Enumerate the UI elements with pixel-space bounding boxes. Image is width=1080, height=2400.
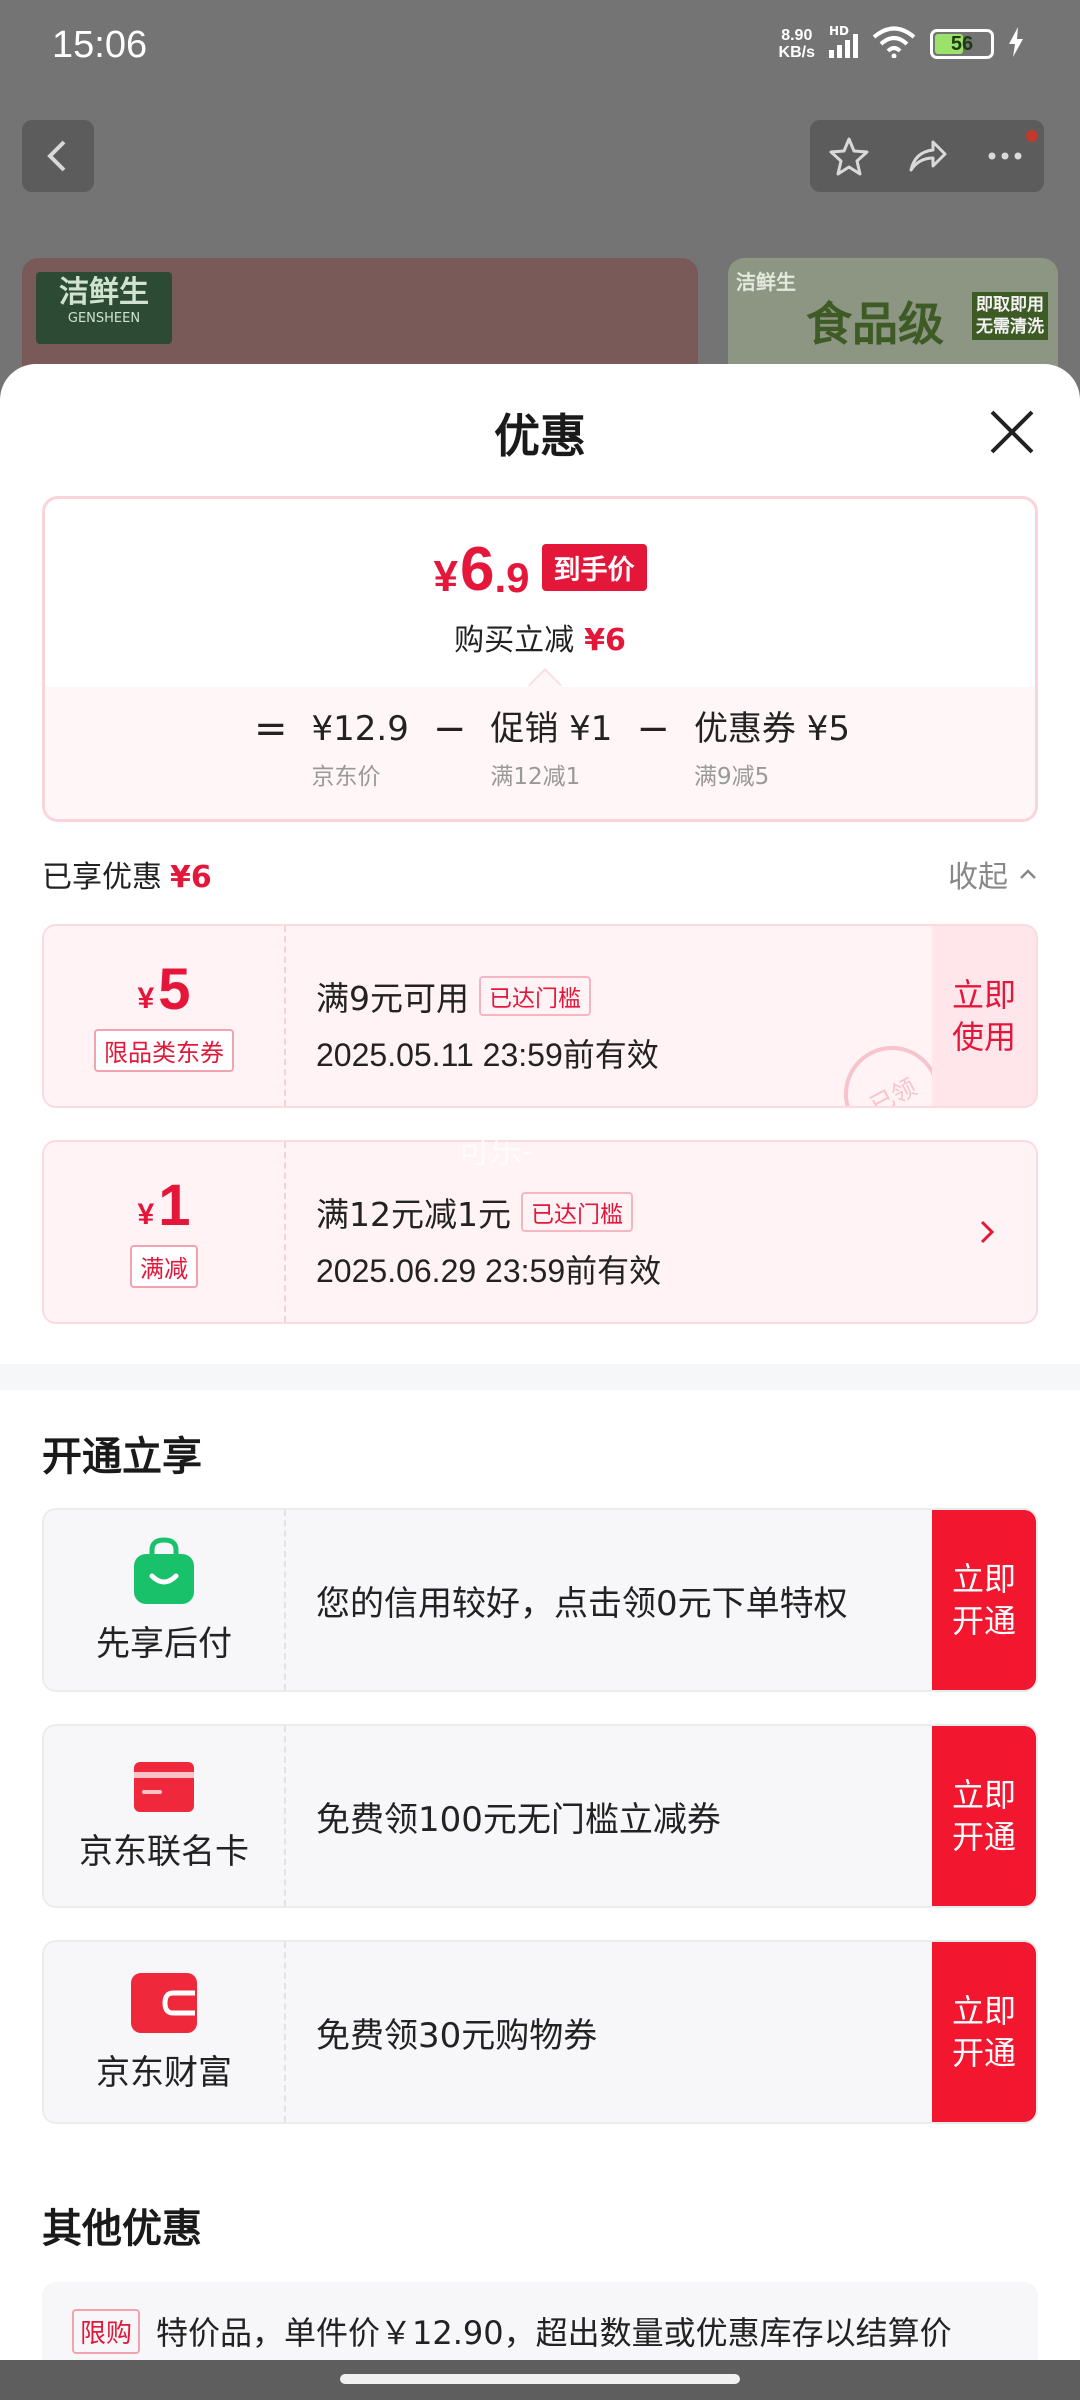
service-card-wealth: 京东财富 免费领30元购物券 立即 开通 bbox=[42, 1940, 1038, 2124]
promo-condition: 满12元减1元 bbox=[316, 1195, 511, 1234]
promo-discount: 促销 ¥1 满12减1 bbox=[490, 709, 613, 790]
service-name: 先享后付 bbox=[96, 1623, 232, 1664]
final-price: ¥ 6 .9 bbox=[433, 535, 530, 604]
status-time: 15:06 bbox=[52, 24, 148, 66]
promo-details: 满12元减1元 已达门槛 2025.06.29 23:59前有效 bbox=[316, 1188, 661, 1292]
base-price: ¥12.9 京东价 bbox=[311, 709, 409, 790]
price-breakdown: = ¥12.9 京东价 − 促销 ¥1 满12减1 − 优惠券 ¥5 满9减5 bbox=[45, 668, 1035, 819]
header-actions bbox=[810, 120, 1044, 192]
service-name: 京东财富 bbox=[96, 2052, 232, 2093]
collapse-toggle[interactable]: 收起 bbox=[948, 852, 1040, 896]
limit-purchase-tag: 限购 bbox=[72, 2308, 141, 2354]
equals-sign: = bbox=[253, 706, 288, 752]
chevron-right-icon bbox=[980, 1220, 995, 1244]
close-icon bbox=[990, 410, 1034, 454]
coupon-condition: 满9元可用 bbox=[316, 979, 469, 1018]
open-now-button[interactable]: 立即 开通 bbox=[932, 1726, 1036, 1906]
coupon-details: 满9元可用 已达门槛 2025.05.11 23:59前有效 bbox=[316, 972, 659, 1076]
service-name: 京东联名卡 bbox=[79, 1831, 249, 1872]
coupon-value: ¥5 限品类东券 bbox=[44, 926, 286, 1106]
net-speed-unit: KB/s bbox=[778, 44, 815, 61]
final-price-area: ¥ 6 .9 到手价 购买立减 ¥6 bbox=[45, 499, 1035, 691]
status-bar: 15:06 8.90 KB/s HD 56 bbox=[0, 0, 1080, 92]
open-now-button[interactable]: 立即 开通 bbox=[932, 1510, 1036, 1690]
other-section-title: 其他优惠 bbox=[42, 2206, 202, 2252]
sheet-title: 优惠 bbox=[494, 409, 586, 463]
service-description: 免费领100元无门槛立减券 bbox=[316, 1799, 721, 1840]
back-arrow-icon bbox=[47, 140, 66, 172]
back-button[interactable] bbox=[22, 120, 94, 192]
instant-discount: 购买立减 ¥6 bbox=[454, 623, 626, 658]
coupon-card: ¥5 限品类东券 满9元可用 已达门槛 2025.05.11 23:59前有效 已… bbox=[42, 924, 1038, 1108]
service-description: 您的信用较好，点击领0元下单特权 bbox=[316, 1583, 848, 1624]
final-price-badge: 到手价 bbox=[541, 544, 647, 591]
service-description: 免费领30元购物券 bbox=[316, 2015, 598, 2056]
status-indicators: 8.90 KB/s HD 56 bbox=[779, 24, 1024, 62]
open-section-title: 开通立享 bbox=[42, 1434, 202, 1480]
bag-icon bbox=[134, 1536, 194, 1604]
thumbnail-subtext: 即取即用 无需清洗 bbox=[972, 292, 1048, 340]
coupon-type-tag: 限品类东券 bbox=[94, 1028, 234, 1072]
discount-sheet: 优惠 ¥ 6 .9 到手价 购买立减 ¥6 = ¥12.9 京东价 − 促销 ¥… bbox=[0, 364, 1080, 2400]
minus-sign: − bbox=[636, 706, 670, 752]
promo-validity: 2025.06.29 23:59前有效 bbox=[316, 1253, 662, 1289]
battery-text: 56 bbox=[950, 32, 974, 55]
use-now-button[interactable]: 立即 使用 bbox=[932, 926, 1036, 1106]
charging-icon bbox=[1008, 27, 1024, 61]
wallet-icon bbox=[131, 1972, 197, 2033]
system-nav-bar bbox=[0, 2360, 1080, 2400]
share-icon[interactable] bbox=[905, 134, 949, 178]
threshold-reached-badge: 已达门槛 bbox=[521, 1192, 633, 1232]
notification-dot bbox=[1026, 130, 1038, 142]
home-indicator[interactable] bbox=[340, 2374, 740, 2384]
promo-type-tag: 满减 bbox=[130, 1244, 198, 1288]
coupon-validity: 2025.05.11 23:59前有效 bbox=[316, 1037, 659, 1073]
service-card-pay-later: 先享后付 您的信用较好，点击领0元下单特权 立即 开通 bbox=[42, 1508, 1038, 1692]
more-icon[interactable] bbox=[983, 134, 1027, 178]
wifi-icon bbox=[872, 26, 916, 62]
network-speed: 8.90 KB/s bbox=[779, 27, 815, 61]
signal-icon: HD bbox=[829, 24, 858, 58]
thumbnail-headline: 食品级 bbox=[806, 297, 944, 351]
promo-card[interactable]: ¥1 满减 满12元减1元 已达门槛 2025.06.29 23:59前有效 bbox=[42, 1140, 1038, 1324]
open-now-button[interactable]: 立即 开通 bbox=[932, 1942, 1036, 2122]
other-discount-text: 特价品，单件价￥12.90，超出数量或优惠库存以结算价 bbox=[156, 2314, 952, 2352]
collapse-label: 收起 bbox=[948, 860, 1008, 895]
chevron-up-icon bbox=[1020, 869, 1036, 879]
section-divider bbox=[0, 1364, 1080, 1390]
close-button[interactable] bbox=[984, 404, 1040, 460]
enjoyed-discount: 已享优惠 ¥6 bbox=[42, 860, 212, 895]
background-page: 15:06 8.90 KB/s HD 56 洁鲜生 GENSHEEN 洁鲜生 食… bbox=[0, 0, 1080, 408]
hd-label: HD bbox=[829, 24, 850, 38]
brand-logo: 洁鲜生 GENSHEEN bbox=[36, 272, 172, 344]
price-summary: ¥ 6 .9 到手价 购买立减 ¥6 = ¥12.9 京东价 − 促销 ¥1 满… bbox=[42, 496, 1038, 822]
threshold-reached-badge: 已达门槛 bbox=[479, 976, 591, 1016]
battery-icon: 56 bbox=[930, 29, 994, 59]
coupon-discount: 优惠券 ¥5 满9减5 bbox=[693, 709, 851, 790]
service-card-credit-card: 京东联名卡 免费领100元无门槛立减券 立即 开通 bbox=[42, 1724, 1038, 1908]
minus-sign: − bbox=[432, 706, 467, 752]
favorite-star-icon[interactable] bbox=[827, 134, 871, 178]
promo-value: ¥1 满减 bbox=[44, 1142, 286, 1322]
card-icon bbox=[134, 1761, 194, 1812]
net-speed-value: 8.90 bbox=[781, 27, 813, 44]
thumbnail-brand: 洁鲜生 bbox=[736, 270, 796, 294]
